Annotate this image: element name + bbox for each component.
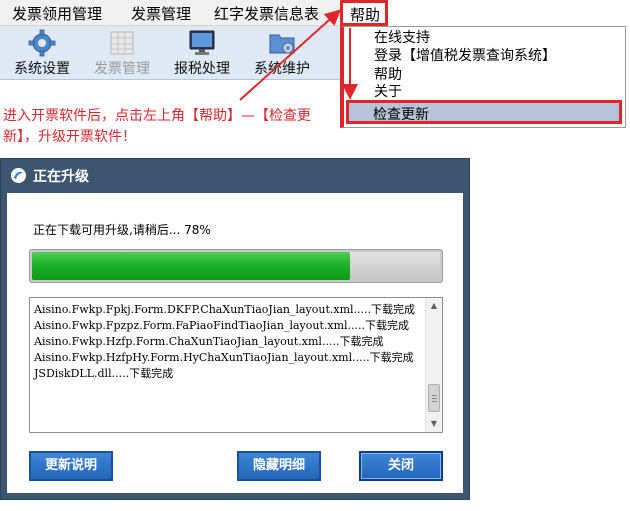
menu-help[interactable]: 帮助 [340, 0, 388, 26]
download-log[interactable]: Aisino.Fwkp.Fpkj.Form.DKFP.ChaXunTiaoJia… [29, 297, 443, 433]
dialog-body: 正在下载可用升级,请稍后... 78% Aisino.Fwkp.Fpkj.For… [7, 193, 463, 493]
toolbar-invoice-manage: 发票管理 [86, 26, 158, 80]
menu-item-about[interactable]: 关于 [374, 81, 402, 101]
menu-bar: 发票领用管理 发票管理 红字发票信息表 [0, 0, 340, 26]
menu-item-login-invoice-query[interactable]: 登录【增值税发票查询系统】 [374, 45, 556, 65]
menu-item-online-support[interactable]: 在线支持 [374, 27, 430, 47]
menu-red-invoice-info[interactable]: 红字发票信息表 [214, 3, 319, 24]
gear-icon [28, 29, 56, 57]
download-status-text: 正在下载可用升级,请稍后... 78% [33, 223, 211, 237]
help-dropdown-menu: 在线支持 登录【增值税发票查询系统】 帮助 关于 检查更新 [340, 26, 626, 128]
log-line: Aisino.Fwkp.Fpkj.Form.DKFP.ChaXunTiaoJia… [34, 303, 416, 316]
hide-details-button[interactable]: 隐藏明细 [237, 451, 321, 481]
app-logo-icon [11, 168, 26, 183]
upgrade-dialog: 正在升级 正在下载可用升级,请稍后... 78% Aisino.Fwkp.Fpk… [0, 158, 470, 500]
menu-invoice-manage[interactable]: 发票管理 [131, 3, 191, 24]
progress-bar [29, 249, 443, 283]
log-scrollbar[interactable]: ▲ ▼ [425, 298, 442, 432]
instruction-screenshot: 发票领用管理 发票管理 红字发票信息表 帮助 系统设置 发票管理 报税处理 系统… [0, 0, 630, 152]
menu-invoice-receive[interactable]: 发票领用管理 [12, 3, 102, 24]
scroll-down-icon[interactable]: ▼ [426, 416, 442, 432]
close-button[interactable]: 关闭 [359, 451, 443, 481]
menu-item-check-update[interactable]: 检查更新 [346, 100, 622, 124]
folder-gear-icon [269, 34, 295, 54]
toolbar-system-settings[interactable]: 系统设置 [6, 26, 78, 80]
scroll-thumb[interactable] [428, 384, 440, 412]
monitor-icon [189, 30, 215, 55]
instruction-text: 进入开票软件后，点击左上角【帮助】—【检查更新】，升级开票软件！ [3, 108, 311, 145]
log-lines: Aisino.Fwkp.Fpkj.Form.DKFP.ChaXunTiaoJia… [34, 302, 422, 382]
scroll-up-icon[interactable]: ▲ [426, 298, 442, 314]
progress-fill [32, 252, 351, 280]
dialog-titlebar[interactable]: 正在升级 [1, 159, 469, 193]
grid-icon [110, 31, 134, 55]
toolbar: 系统设置 发票管理 报税处理 系统维护 [0, 26, 340, 80]
log-line: Aisino.Fwkp.Hzfp.Form.ChaXunTiaoJian_lay… [34, 335, 384, 348]
log-line: JSDiskDLL.dll.....下载完成 [34, 367, 174, 380]
log-line: Aisino.Fwkp.HzfpHy.Form.HyChaXunTiaoJian… [34, 351, 414, 364]
log-line: Aisino.Fwkp.Fpzpz.Form.FaPiaoFindTiaoJia… [34, 319, 410, 332]
toolbar-system-maintenance[interactable]: 系统维护 [246, 26, 318, 80]
dialog-title: 正在升级 [33, 169, 89, 185]
update-notes-button[interactable]: 更新说明 [29, 451, 113, 481]
toolbar-tax-processing[interactable]: 报税处理 [166, 26, 238, 80]
